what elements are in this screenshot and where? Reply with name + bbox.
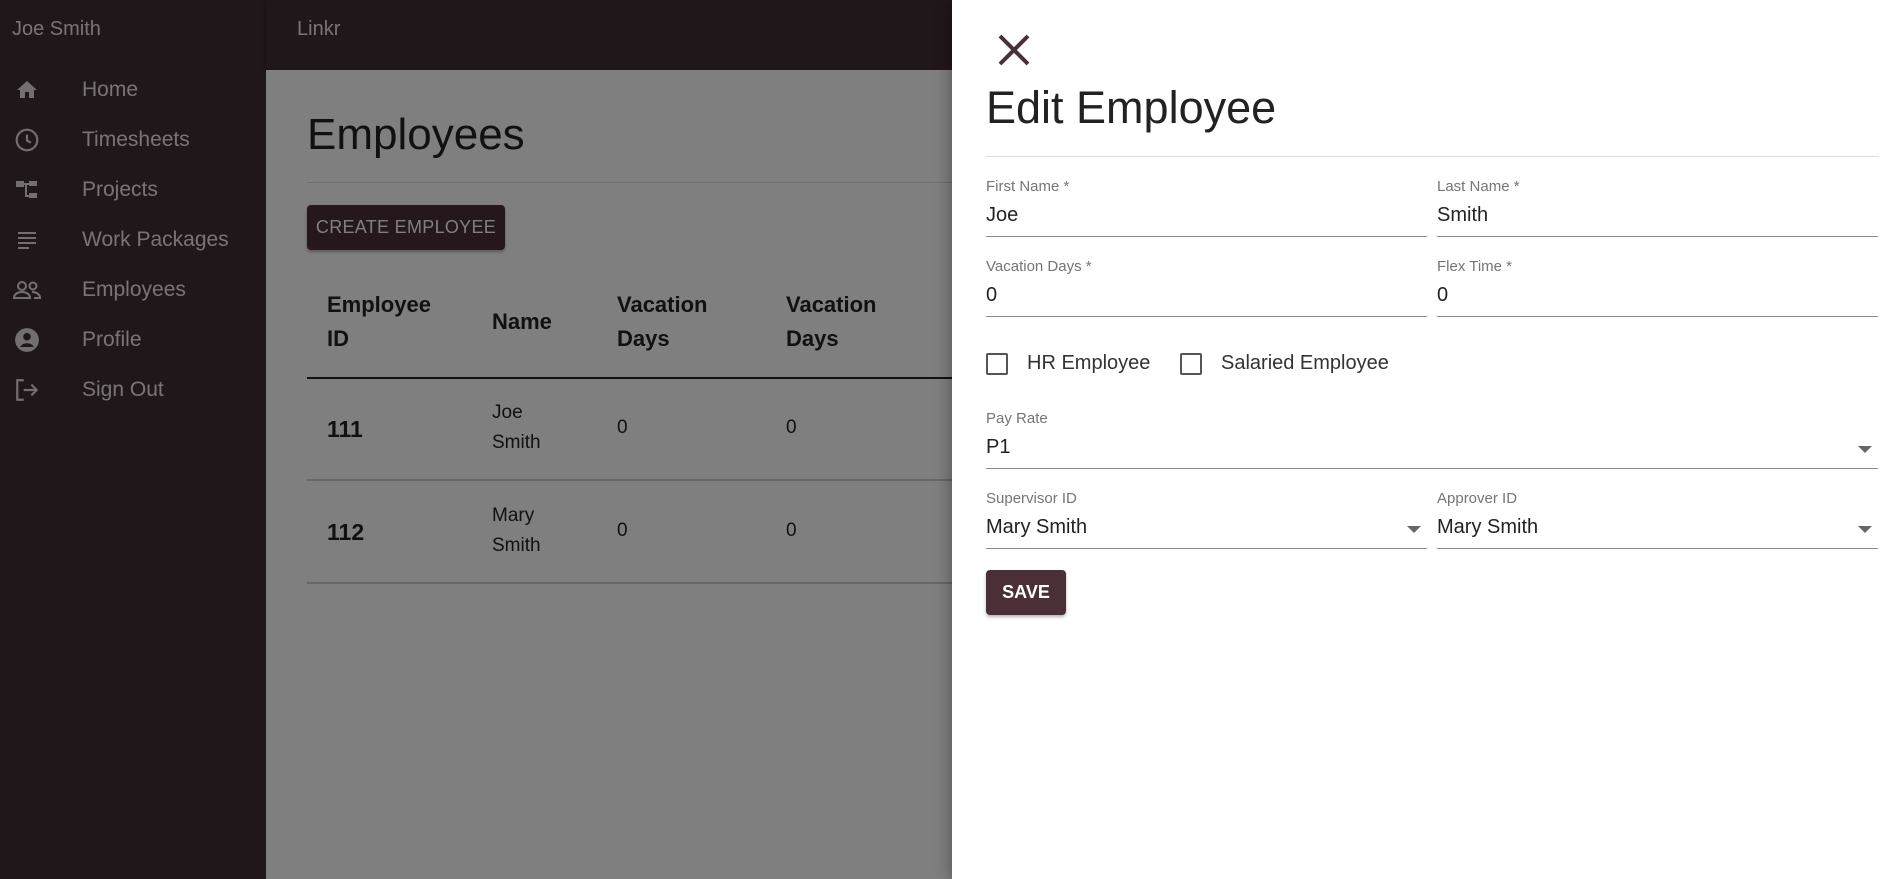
- supervisor-id-label: Supervisor ID: [986, 490, 1077, 507]
- hr-employee-checkbox[interactable]: HR Employee: [986, 352, 1150, 375]
- chevron-down-icon: [1407, 526, 1421, 533]
- flex-time-label: Flex Time *: [1437, 258, 1513, 275]
- salaried-employee-checkbox[interactable]: Salaried Employee: [1180, 352, 1389, 375]
- checkbox-box[interactable]: [1180, 352, 1202, 375]
- last-name-label: Last Name *: [1437, 178, 1520, 195]
- last-name-input[interactable]: [1437, 204, 1878, 227]
- save-button[interactable]: SAVE: [986, 570, 1066, 615]
- divider: [986, 156, 1879, 157]
- hr-employee-label: HR Employee: [1027, 352, 1151, 374]
- first-name-label: First Name *: [986, 178, 1070, 195]
- approver-id-value: Mary Smith: [1437, 516, 1539, 538]
- field-underline: [986, 316, 1427, 317]
- pay-rate-select[interactable]: Pay Rate P1: [986, 410, 1878, 470]
- field-underline: [1437, 236, 1878, 237]
- drawer-title: Edit Employee: [986, 82, 1277, 133]
- approver-id-label: Approver ID: [1437, 490, 1518, 507]
- field-underline: [986, 548, 1427, 549]
- chevron-down-icon: [1858, 526, 1872, 533]
- checkbox-box[interactable]: [986, 352, 1008, 375]
- flex-time-field[interactable]: Flex Time *: [1437, 258, 1878, 318]
- field-underline: [986, 468, 1878, 469]
- salaried-employee-label: Salaried Employee: [1221, 352, 1389, 374]
- supervisor-id-select[interactable]: Supervisor ID Mary Smith: [986, 490, 1427, 550]
- flex-time-input[interactable]: [1437, 284, 1878, 307]
- last-name-field[interactable]: Last Name *: [1437, 178, 1878, 238]
- pay-rate-label: Pay Rate: [986, 410, 1048, 427]
- approver-id-select[interactable]: Approver ID Mary Smith: [1437, 490, 1878, 550]
- supervisor-id-value: Mary Smith: [986, 516, 1088, 538]
- field-underline: [1437, 316, 1878, 317]
- field-underline: [986, 236, 1427, 237]
- first-name-input[interactable]: [986, 204, 1427, 227]
- chevron-down-icon: [1858, 446, 1872, 453]
- edit-employee-drawer: Edit Employee First Name * Last Name * V…: [952, 0, 1883, 879]
- close-icon: [998, 34, 1030, 66]
- pay-rate-value: P1: [986, 436, 1011, 458]
- close-button[interactable]: [992, 28, 1036, 72]
- vacation-days-label: Vacation Days *: [986, 258, 1092, 275]
- field-underline: [1437, 548, 1878, 549]
- vacation-days-field[interactable]: Vacation Days *: [986, 258, 1427, 318]
- vacation-days-input[interactable]: [986, 284, 1427, 307]
- first-name-field[interactable]: First Name *: [986, 178, 1427, 238]
